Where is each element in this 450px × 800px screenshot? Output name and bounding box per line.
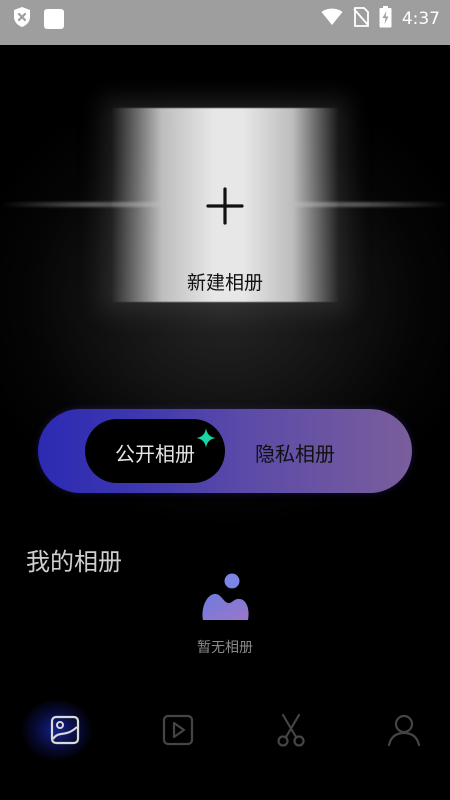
album-empty-icon bbox=[199, 572, 251, 626]
plus-icon[interactable] bbox=[206, 187, 244, 225]
sparkle-icon bbox=[196, 428, 216, 448]
scissors-tab-icon[interactable] bbox=[273, 712, 309, 748]
status-bar: 4:37 bbox=[0, 0, 450, 45]
battery-charging-icon bbox=[379, 6, 392, 32]
no-sim-icon bbox=[353, 7, 369, 31]
shield-x-icon bbox=[12, 6, 32, 32]
new-album-label[interactable]: 新建相册 bbox=[112, 268, 338, 295]
video-tab-icon[interactable] bbox=[160, 712, 196, 748]
wifi-icon bbox=[321, 8, 343, 30]
profile-tab-icon[interactable] bbox=[386, 712, 422, 748]
album-tab-icon[interactable] bbox=[47, 712, 83, 748]
empty-albums-text: 暂无相册 bbox=[197, 640, 253, 656]
app-screen: 4:37 新建相册 公开相册 隐私相册 我的相册 暂无相册 bbox=[0, 0, 450, 800]
notification-square-icon bbox=[44, 9, 64, 29]
tab-private-albums[interactable]: 隐私相册 bbox=[222, 438, 368, 467]
section-title-my-albums: 我的相册 bbox=[26, 548, 122, 576]
status-left-icons bbox=[12, 6, 64, 32]
status-right-icons: 4:37 bbox=[321, 6, 440, 32]
status-time: 4:37 bbox=[401, 9, 440, 29]
